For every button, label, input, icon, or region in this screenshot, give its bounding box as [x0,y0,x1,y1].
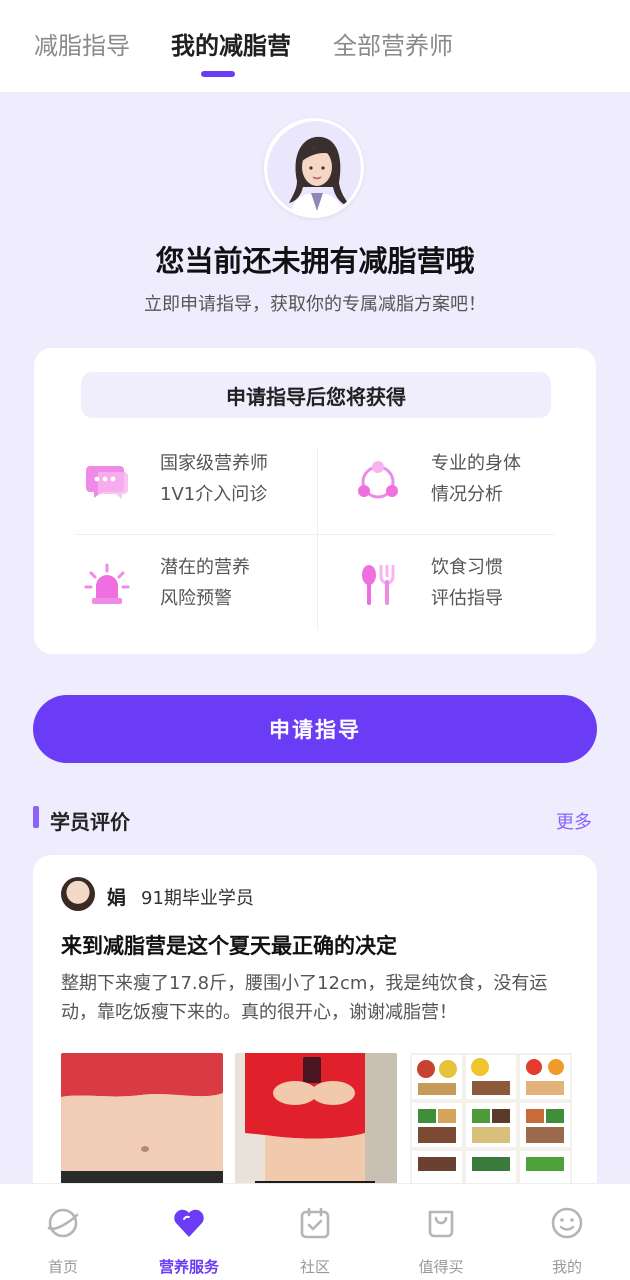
nav-item-home[interactable]: 首页 [13,1184,113,1280]
hero-subtitle: 立即申请指导，获取你的专属减脂方案吧！ [144,294,486,315]
benefit-line: 1V1介入问诊 [160,484,268,505]
section-title: 学员评价 [50,810,130,834]
hero-title: 您当前还未拥有减脂营哦 [155,244,475,278]
nav-item-community[interactable]: 社区 [265,1184,365,1280]
benefits-card: 申请指导后您将获得 国家级营养师 1V1介入问诊 专业的身体 情况分析 潜在的营… [34,348,596,654]
alarm-light-icon [84,563,130,604]
shopping-bag-icon [428,1210,454,1238]
review-photo[interactable] [410,1053,572,1193]
tab-all-nutritionists[interactable]: 全部营养师 [333,26,453,61]
chat-bubble-icon [86,466,128,499]
smiley-icon [551,1207,583,1239]
reviewer-name: 娟 [107,887,127,909]
tab-my-camp[interactable]: 我的减脂营 [171,26,291,61]
share-nodes-icon [358,461,398,499]
benefit-line: 评估指导 [431,588,503,609]
calendar-check-icon [300,1207,330,1239]
nav-label: 首页 [47,1258,78,1276]
apply-guidance-button[interactable]: 申请指导 [33,695,597,763]
divider [317,448,318,630]
nav-item-nutrition[interactable]: 营养服务 [139,1184,239,1280]
nav-item-deals[interactable]: 值得买 [391,1184,491,1280]
nav-item-mine[interactable]: 我的 [517,1184,617,1280]
nav-label: 营养服务 [158,1258,219,1276]
nav-label: 我的 [551,1258,582,1276]
section-accent-bar [33,806,39,828]
active-tab-indicator [201,71,235,77]
tab-fat-loss-guide[interactable]: 减脂指导 [34,26,130,61]
spoon-fork-icon [362,565,395,605]
benefits-header: 申请指导后您将获得 [81,372,551,418]
review-text: 整期下来瘦了17.8斤，腰围小了12cm，我是纯饮食，没有运动，靠吃饭瘦下来的。… [61,973,548,1023]
benefit-line: 专业的身体 [431,453,521,474]
nutritionist-avatar [264,118,364,218]
benefit-line: 饮食习惯 [431,557,503,578]
review-title: 来到减脂营是这个夏天最正确的决定 [61,934,397,958]
benefit-line: 潜在的营养 [160,557,250,578]
bottom-nav: 首页 营养服务 社区 值得买 我的 [0,1183,630,1280]
nav-label: 值得买 [418,1258,464,1276]
benefit-line: 国家级营养师 [160,453,268,474]
more-link[interactable]: 更多 [556,808,592,834]
divider [76,534,554,535]
benefit-line: 风险预警 [160,588,232,609]
nav-label: 社区 [299,1258,330,1276]
reviewer-info: 91期毕业学员 [141,888,254,909]
planet-icon [47,1208,79,1238]
review-card[interactable]: 娟 91期毕业学员 来到减脂营是这个夏天最正确的决定 整期下来瘦了17.8斤，腰… [33,855,597,1215]
review-photo[interactable] [61,1053,223,1193]
heart-icon [174,1209,204,1237]
top-tab-bar: 减脂指导 我的减脂营 全部营养师 [0,0,630,92]
reviewer-avatar [61,877,95,911]
review-photo[interactable] [235,1053,397,1193]
benefit-line: 情况分析 [431,484,503,505]
